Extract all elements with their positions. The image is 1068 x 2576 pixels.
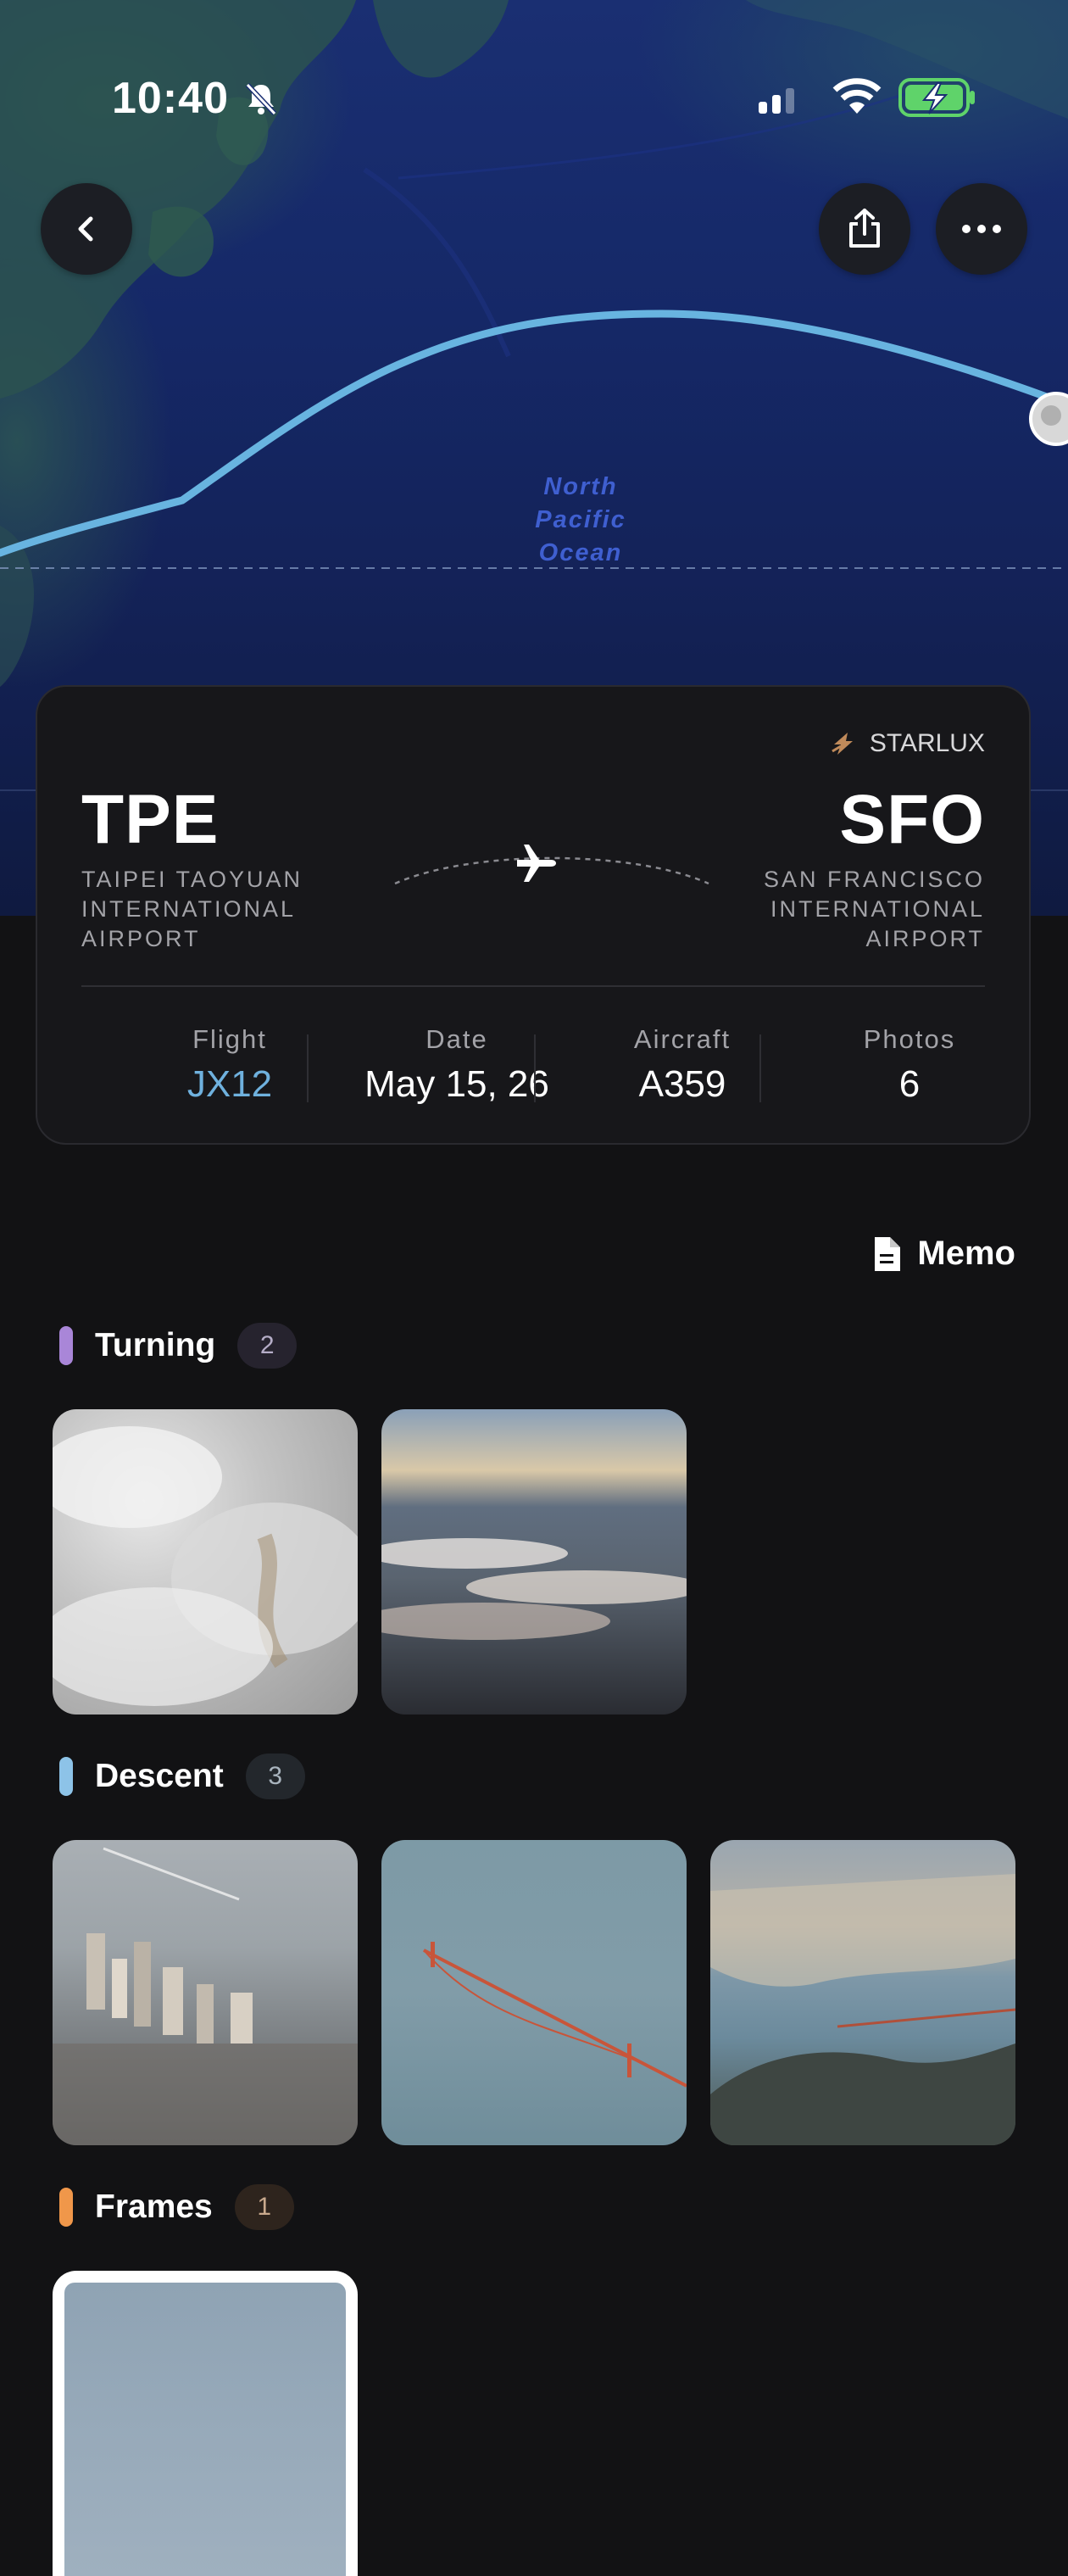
starlux-logo-icon — [832, 733, 853, 755]
destination-name-line-2: INTERNATIONAL — [770, 896, 985, 922]
destination-name-line-3: AIRPORT — [865, 926, 985, 951]
stat-photos-value: 6 — [898, 1063, 921, 1105]
origin-name-line-3: AIRPORT — [81, 926, 201, 951]
origin-name-line-1: TAIPEI TAOYUAN — [81, 867, 303, 892]
document-icon — [875, 1236, 901, 1271]
share-icon — [849, 209, 880, 248]
photo-thumbnail[interactable] — [381, 1840, 687, 2145]
photo-thumbnail[interactable] — [53, 1840, 358, 2145]
stat-flight-value: JX12 — [186, 1063, 273, 1105]
stat-flight-label: Flight — [192, 1024, 267, 1054]
section-accent-bar — [59, 1757, 73, 1796]
framed-photo-content — [64, 2283, 346, 2576]
airline-name: STARLUX — [869, 729, 985, 757]
stat-date: Date May 15, 26 — [342, 1024, 571, 1106]
memo-button[interactable]: Memo — [871, 1235, 1015, 1273]
section-count-badge: 1 — [234, 2184, 294, 2230]
destination-airport-name: SAN FRANCISCO INTERNATIONAL AIRPORT — [764, 865, 985, 954]
stat-date-label: Date — [426, 1024, 488, 1054]
bell-muted-icon — [245, 82, 277, 116]
photo-thumbnail-framed[interactable] — [53, 2271, 358, 2576]
ocean-label-line-1: North — [543, 473, 618, 500]
section-title: Descent — [95, 1758, 224, 1794]
section-header-turning: Turning 2 — [59, 1323, 298, 1369]
cellular-signal-icon — [759, 88, 794, 114]
wifi-icon — [832, 78, 882, 114]
stat-separator — [307, 1034, 309, 1102]
photo-clouds-above — [53, 1426, 358, 1706]
airline-badge: STARLUX — [829, 729, 985, 758]
chevron-left-icon — [78, 216, 93, 242]
origin-airport-name: TAIPEI TAOYUAN INTERNATIONAL AIRPORT — [81, 865, 303, 954]
photo-bay-aerial — [710, 1874, 1015, 2145]
card-divider — [81, 985, 985, 987]
status-bar: 10:40 — [0, 0, 1068, 123]
stat-separator — [759, 1034, 761, 1102]
photo-city-skyline — [53, 1847, 358, 2145]
destination-name-line-1: SAN FRANCISCO — [763, 867, 985, 892]
stat-date-value: May 15, 26 — [364, 1063, 549, 1105]
section-header-frames: Frames 1 — [59, 2184, 294, 2230]
share-button[interactable] — [819, 183, 910, 275]
section-count-badge: 2 — [237, 1323, 298, 1369]
stat-aircraft-value: A359 — [638, 1063, 726, 1105]
photo-cloud-layer — [381, 1538, 687, 1640]
stat-photos-label: Photos — [863, 1024, 956, 1054]
photo-golden-gate-bridge — [423, 1942, 687, 2088]
section-accent-bar — [59, 1326, 73, 1365]
section-title: Frames — [95, 2188, 213, 2225]
destination-code: SFO — [839, 781, 985, 858]
photo-thumbnail[interactable] — [381, 1409, 687, 1715]
ocean-label-line-2: Pacific — [535, 506, 626, 533]
origin-code: TPE — [81, 781, 220, 858]
stat-separator — [534, 1034, 536, 1102]
section-title: Turning — [95, 1327, 216, 1363]
section-accent-bar — [59, 2188, 73, 2227]
stat-photos: Photos 6 — [795, 1024, 1024, 1106]
airplane-icon — [517, 845, 556, 882]
ellipsis-icon — [962, 225, 1001, 233]
section-count-badge: 3 — [245, 1754, 305, 1799]
battery-charging-icon — [898, 78, 975, 117]
stat-aircraft: Aircraft A359 — [568, 1024, 797, 1106]
stat-aircraft-label: Aircraft — [633, 1024, 731, 1054]
origin-name-line-2: INTERNATIONAL — [81, 896, 297, 922]
back-button[interactable] — [41, 183, 132, 275]
ocean-label: North Pacific Ocean — [517, 471, 644, 570]
more-options-button[interactable] — [936, 183, 1027, 275]
flight-card[interactable]: STARLUX TPE TAIPEI TAOYUAN INTERNATIONAL… — [36, 685, 1031, 1145]
stat-flight: Flight JX12 — [115, 1024, 344, 1106]
status-time: 10:40 — [112, 74, 229, 123]
photo-thumbnail[interactable] — [53, 1409, 358, 1715]
memo-label: Memo — [917, 1235, 1015, 1272]
section-header-descent: Descent 3 — [59, 1754, 305, 1799]
ocean-label-line-3: Ocean — [538, 539, 623, 566]
photo-thumbnail[interactable] — [710, 1840, 1015, 2145]
